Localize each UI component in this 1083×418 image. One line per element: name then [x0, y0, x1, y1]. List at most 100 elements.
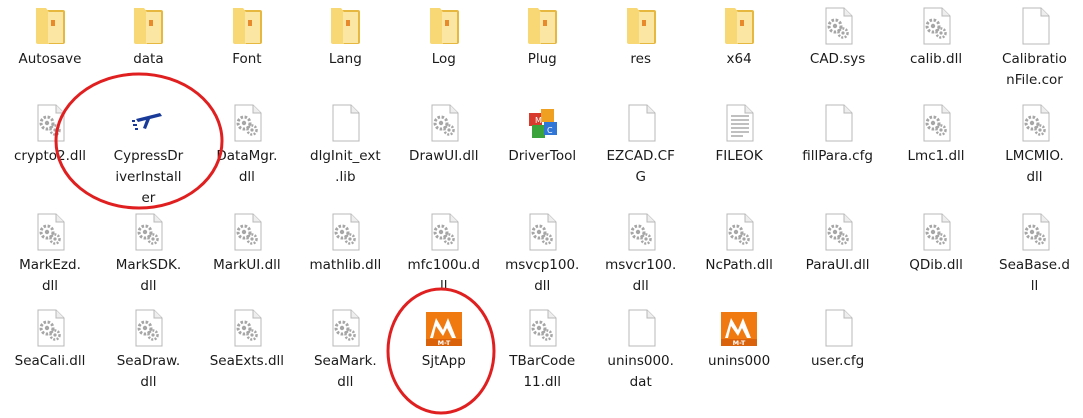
dll-gear-icon — [918, 103, 954, 143]
file-item-label: SeaExts.dll — [209, 353, 285, 369]
file-item-label: MarkSDK. dll — [115, 257, 182, 294]
file-item-drawui-dll[interactable]: DrawUI.dll — [396, 103, 492, 167]
file-item-dlginit-ext-lib[interactable]: dlgInit_ext .lib — [297, 103, 393, 188]
file-item-x64[interactable]: x64 — [691, 6, 787, 70]
dll-gear-icon — [229, 308, 265, 348]
file-item-label: Lmc1.dll — [907, 148, 965, 164]
text-file-icon — [721, 103, 757, 143]
file-item-label: mathlib.dll — [309, 257, 382, 273]
file-item-log[interactable]: Log — [396, 6, 492, 70]
file-item-ncpath-dll[interactable]: NcPath.dll — [691, 212, 787, 276]
folder-icon — [426, 6, 462, 46]
file-item-label: msvcr100. dll — [605, 257, 677, 294]
file-item-msvcr100-dll[interactable]: msvcr100. dll — [593, 212, 689, 297]
file-item-sjtapp[interactable]: M-T SjtApp — [396, 308, 492, 372]
folder-icon — [130, 6, 166, 46]
file-item-calib-dll[interactable]: calib.dll — [888, 6, 984, 70]
file-item-label: Log — [431, 51, 456, 67]
file-item-paraui-dll[interactable]: ParaUI.dll — [790, 212, 886, 276]
file-item-label: TBarCode 11.dll — [509, 353, 576, 390]
dll-gear-icon — [918, 212, 954, 252]
file-item-label: x64 — [726, 51, 752, 67]
file-item-label: NcPath.dll — [705, 257, 773, 273]
svg-text:M-T: M-T — [733, 339, 746, 347]
file-item-seamark-dll[interactable]: SeaMark. dll — [297, 308, 393, 393]
file-item-drivertool[interactable]: M C DriverTool — [494, 103, 590, 167]
file-item-user-cfg[interactable]: user.cfg — [790, 308, 886, 372]
file-item-seacali-dll[interactable]: SeaCali.dll — [2, 308, 98, 372]
file-item-markui-dll[interactable]: MarkUI.dll — [199, 212, 295, 276]
dll-gear-icon — [327, 212, 363, 252]
blank-file-icon — [820, 308, 856, 348]
file-item-label: Calibratio nFile.cor — [1002, 51, 1067, 88]
file-item-datamgr-dll[interactable]: DataMgr. dll — [199, 103, 295, 188]
dll-gear-icon — [918, 6, 954, 46]
blank-file-icon — [327, 103, 363, 143]
mt-app-orange-icon: M-T — [425, 308, 462, 348]
file-item-label: CAD.sys — [809, 51, 866, 67]
file-item-label: SeaCali.dll — [14, 353, 86, 369]
file-item-qdib-dll[interactable]: QDib.dll — [888, 212, 984, 276]
dll-gear-icon — [229, 103, 265, 143]
file-item-lang[interactable]: Lang — [297, 6, 393, 70]
dll-gear-icon — [32, 212, 68, 252]
file-item-cad-sys[interactable]: CAD.sys — [790, 6, 886, 70]
file-item-marksdk-dll[interactable]: MarkSDK. dll — [100, 212, 196, 297]
dll-gear-icon — [721, 212, 757, 252]
file-item-label: SeaBase.d ll — [999, 257, 1070, 294]
file-item-fillpara-cfg[interactable]: fillPara.cfg — [790, 103, 886, 167]
folder-icon — [32, 6, 68, 46]
file-item-label: user.cfg — [810, 353, 865, 369]
mt-app-orange-icon: M-T — [721, 308, 758, 348]
file-item-plug[interactable]: Plug — [494, 6, 590, 70]
file-item-label: SeaMark. dll — [313, 353, 377, 390]
file-item-fileok[interactable]: FILEOK — [691, 103, 787, 167]
dll-gear-icon — [426, 212, 462, 252]
file-item-lmcmio-dll[interactable]: LMCMIO. dll — [987, 103, 1083, 188]
svg-text:M: M — [535, 116, 542, 125]
file-item-lmc1-dll[interactable]: Lmc1.dll — [888, 103, 984, 167]
file-item-label: Font — [232, 51, 262, 67]
file-item-ezcad-cfg[interactable]: EZCAD.CF G — [593, 103, 689, 188]
file-item-cypressdriverinstaller[interactable]: CypressDr iverInstall er — [100, 103, 196, 209]
file-item-data[interactable]: data — [100, 6, 196, 70]
file-item-res[interactable]: res — [593, 6, 689, 70]
file-item-label: calib.dll — [909, 51, 963, 67]
file-item-mfc100u-dll[interactable]: mfc100u.d ll — [396, 212, 492, 297]
file-item-label: Plug — [527, 51, 557, 67]
file-item-seabase-dll[interactable]: SeaBase.d ll — [987, 212, 1083, 297]
file-item-msvcp100-dll[interactable]: msvcp100. dll — [494, 212, 590, 297]
blank-file-icon — [820, 103, 856, 143]
system-file-gear-icon — [820, 6, 856, 46]
file-item-seadraw-dll[interactable]: SeaDraw. dll — [100, 308, 196, 393]
file-item-label: MarkEzd. dll — [19, 257, 81, 294]
file-item-label: DrawUI.dll — [409, 148, 479, 164]
dll-gear-icon — [130, 308, 166, 348]
file-item-label: crypto2.dll — [13, 148, 87, 164]
file-item-autosave[interactable]: Autosave — [2, 6, 98, 70]
dll-gear-icon — [1017, 212, 1053, 252]
file-item-mathlib-dll[interactable]: mathlib.dll — [297, 212, 393, 276]
svg-text:M-T: M-T — [437, 339, 450, 347]
blank-file-icon — [623, 103, 659, 143]
file-item-label: Lang — [328, 51, 362, 67]
file-item-unins000-dat[interactable]: unins000. dat — [593, 308, 689, 393]
file-item-tbarcode11-dll[interactable]: TBarCode 11.dll — [494, 308, 590, 393]
folder-icon — [524, 6, 560, 46]
folder-icon — [229, 6, 265, 46]
file-item-markezd-dll[interactable]: MarkEzd. dll — [2, 212, 98, 297]
file-item-font[interactable]: Font — [199, 6, 295, 70]
file-item-label: CypressDr iverInstall er — [113, 148, 184, 206]
mfc-cubes-app-icon: M C — [524, 103, 560, 143]
file-item-label: MarkUI.dll — [213, 257, 281, 273]
file-item-calibrationfile-cor[interactable]: Calibratio nFile.cor — [987, 6, 1083, 91]
dll-gear-icon — [229, 212, 265, 252]
dll-gear-icon — [1017, 103, 1053, 143]
file-item-unins000[interactable]: M-T unins000 — [691, 308, 787, 372]
file-item-label: FILEOK — [715, 148, 763, 164]
file-item-crypto2-dll[interactable]: crypto2.dll — [2, 103, 98, 167]
dll-gear-icon — [524, 212, 560, 252]
file-item-label: msvcp100. dll — [505, 257, 580, 294]
file-item-seaexts-dll[interactable]: SeaExts.dll — [199, 308, 295, 372]
dll-gear-icon — [623, 212, 659, 252]
